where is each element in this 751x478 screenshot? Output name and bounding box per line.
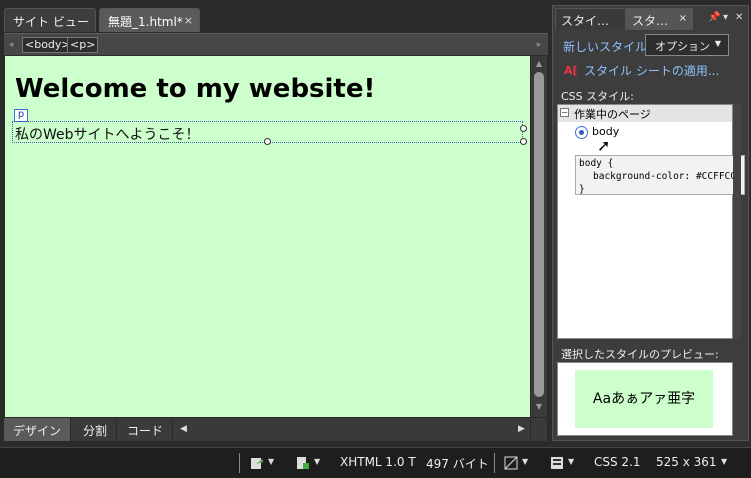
panel-tab-styles-2[interactable]: スタ… × xyxy=(626,8,693,30)
scroll-up-icon[interactable]: ▲ xyxy=(534,59,544,69)
panel-tab-styles-2-label: スタ… xyxy=(632,14,669,28)
style-tooltip: body { background-color: #CCFFCC; } xyxy=(575,155,745,195)
doctype-indicator[interactable]: XHTML 1.0 T xyxy=(340,455,416,469)
css-level-indicator[interactable]: CSS 2.1 xyxy=(594,455,641,469)
tree-group-label: 作業中のページ xyxy=(574,108,651,121)
chevron-down-icon: ▼ xyxy=(714,39,721,48)
code-view-button[interactable]: コード xyxy=(118,418,174,441)
page-dimensions-indicator[interactable]: 525 x 361 xyxy=(656,455,717,469)
collapse-icon[interactable]: − xyxy=(560,108,569,117)
tooltip-line-2: background-color: #CCFFCC; xyxy=(593,171,742,182)
style-preview-area: Aaあぁアァ亜字 xyxy=(557,362,733,436)
status-separator xyxy=(239,453,240,473)
status-bar: ▼ ▼ XHTML 1.0 T 497 バイト ▼ ▼ CSS 2.1 525 … xyxy=(0,447,751,478)
css-styles-tree[interactable]: − 作業中のページ body ➚ body { background-color… xyxy=(557,104,745,339)
panel-menu-icon[interactable]: ▾ xyxy=(723,12,728,23)
tag-scroll-left-icon[interactable]: ◂ xyxy=(6,38,16,52)
pin-icon[interactable]: 📌 xyxy=(708,12,720,23)
page-heading[interactable]: Welcome to my website! xyxy=(15,74,375,104)
tag-chip-body[interactable]: <body> xyxy=(22,37,74,53)
tag-scroll-right-icon[interactable]: ▸ xyxy=(534,38,544,52)
tooltip-line-1: body { xyxy=(579,158,614,169)
formatting-marks-caret-icon[interactable]: ▼ xyxy=(314,457,320,466)
tab-site-view[interactable]: サイト ビュー xyxy=(4,8,96,32)
split-view-button[interactable]: 分割 xyxy=(74,418,118,441)
tag-chip-p[interactable]: <p> xyxy=(67,37,99,53)
style-application-caret-icon[interactable]: ▼ xyxy=(522,457,528,466)
hscroll-right-icon[interactable]: ▶ xyxy=(518,424,525,434)
visual-aids-icon[interactable] xyxy=(250,456,264,470)
resize-handle-corner[interactable] xyxy=(520,138,527,145)
design-canvas[interactable]: Welcome to my website! p 私のWebサイトへようこそ！ xyxy=(5,56,530,417)
apply-stylesheet-link[interactable]: スタイル シートの適用... xyxy=(584,62,719,79)
style-preview-sample: Aaあぁアァ亜字 xyxy=(575,370,713,428)
resize-handle-right-top[interactable] xyxy=(520,125,527,132)
selected-paragraph[interactable]: 私のWebサイトへようこそ！ xyxy=(12,121,527,145)
scroll-down-icon[interactable]: ▼ xyxy=(534,402,544,412)
scroll-thumb[interactable] xyxy=(534,72,544,397)
file-size-indicator: 497 バイト xyxy=(426,457,489,471)
panel-toolbar: 新しいスタイル... オプション ▼ A⁅ スタイル シートの適用... xyxy=(557,32,746,80)
options-button[interactable]: オプション ▼ xyxy=(645,34,729,56)
panel-tab-styles-1-label: スタイ… xyxy=(561,14,610,28)
panel-layout-icon[interactable] xyxy=(550,456,564,470)
tab-untitled-html-label: 無題_1.html* xyxy=(108,15,183,29)
manage-styles-panel: スタイ… スタ… × 📌 ▾ ✕ 新しいスタイル... オプション ▼ A⁅ ス… xyxy=(552,5,749,441)
canvas-vertical-scrollbar[interactable]: ▲ ▼ xyxy=(531,56,547,417)
paragraph-text[interactable]: 私のWebサイトへようこそ！ xyxy=(15,124,200,144)
preview-label: 選択したスタイルのプレビュー: xyxy=(561,348,719,361)
panel-scrollbar[interactable] xyxy=(733,104,741,339)
options-button-label: オプション xyxy=(655,40,710,53)
dimensions-caret-icon[interactable]: ▼ xyxy=(721,457,727,466)
tab-site-view-label: サイト ビュー xyxy=(13,15,89,29)
visual-aids-caret-icon[interactable]: ▼ xyxy=(268,457,274,466)
design-view-button[interactable]: デザイン xyxy=(4,418,72,441)
style-bullet-icon xyxy=(575,126,588,139)
resize-handle-bottom[interactable] xyxy=(264,138,271,145)
document-tab-bar: サイト ビュー 無題_1.html* × xyxy=(0,0,548,33)
apply-stylesheet-icon: A⁅ xyxy=(564,64,578,77)
tree-group-current-page[interactable]: − 作業中のページ xyxy=(558,105,732,122)
panel-close-icon[interactable]: × xyxy=(679,13,687,24)
quick-tag-selector: ◂ <body> <p> ▸ xyxy=(4,33,548,55)
style-application-icon[interactable] xyxy=(504,456,518,470)
panel-tab-styles-1[interactable]: スタイ… xyxy=(555,8,626,30)
mouse-cursor-icon: ➚ xyxy=(597,136,611,155)
formatting-marks-icon[interactable] xyxy=(296,456,310,470)
panel-close-x-icon[interactable]: ✕ xyxy=(735,12,743,23)
tooltip-line-3: } xyxy=(579,184,585,195)
scroll-corner xyxy=(531,418,547,441)
hscroll-left-icon[interactable]: ◀ xyxy=(180,424,187,434)
panel-layout-caret-icon[interactable]: ▼ xyxy=(568,457,574,466)
view-switcher-bar: デザイン 分割 コード ◀ ▶ xyxy=(4,418,530,441)
tab-untitled-html[interactable]: 無題_1.html* × xyxy=(99,8,200,32)
close-tab-icon[interactable]: × xyxy=(184,14,193,27)
status-separator-2 xyxy=(494,453,495,473)
css-styles-label: CSS スタイル: xyxy=(561,90,634,103)
